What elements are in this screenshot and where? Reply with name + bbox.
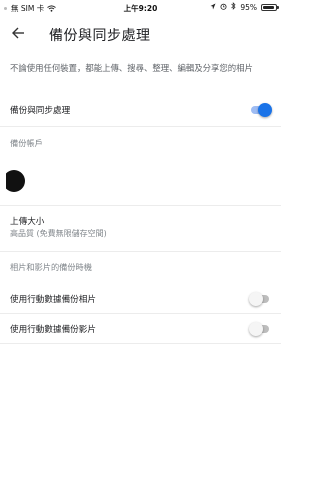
divider (0, 343, 281, 344)
backup-sync-label: 備份與同步處理 (10, 106, 71, 116)
cellular-videos-label: 使用行動數據備份影片 (10, 325, 96, 335)
description-text: 不論使用任何裝置，都能上傳、搜尋、整理、編輯及分享您的相片 (10, 63, 253, 73)
upload-size-label: 上傳大小 (10, 217, 45, 227)
upload-size-value: 高品質 (免費無限儲存空間) (10, 229, 107, 238)
divider (0, 313, 281, 314)
toggle-knob (258, 103, 272, 117)
battery-icon (261, 3, 279, 11)
cellular-photos-row[interactable]: 使用行動數據備份相片 (0, 285, 281, 311)
cellular-videos-toggle[interactable] (249, 322, 271, 336)
divider (0, 251, 281, 252)
status-bar: 無 SIM 卡 上午9:20 95% (0, 0, 281, 14)
cellular-videos-row[interactable]: 使用行動數據備份影片 (0, 315, 281, 341)
cellular-photos-toggle[interactable] (249, 292, 271, 306)
alarm-icon (220, 3, 227, 12)
battery-fill (263, 5, 275, 9)
page-title: 備份與同步處理 (49, 28, 151, 44)
cellular-header: 相片和影片的備份時機 (10, 262, 92, 272)
backup-sync-toggle[interactable] (249, 103, 272, 117)
toggle-knob (249, 292, 263, 306)
toggle-knob (249, 322, 263, 336)
avatar[interactable] (6, 170, 25, 192)
location-icon (210, 3, 216, 12)
app-bar: 備份與同步處理 (0, 14, 281, 54)
bluetooth-icon (231, 2, 236, 12)
arrow-left-icon (11, 25, 25, 44)
status-right: 95% (210, 2, 279, 12)
backup-sync-row[interactable]: 備份與同步處理 (0, 96, 281, 122)
cellular-photos-label: 使用行動數據備份相片 (10, 295, 96, 305)
back-button[interactable] (7, 23, 29, 45)
divider (0, 205, 281, 206)
upload-size-row[interactable]: 上傳大小 高品質 (免費無限儲存空間) (0, 208, 281, 246)
battery-percent: 95% (240, 2, 257, 12)
divider (0, 126, 281, 127)
backup-account-header: 備份帳戶 (10, 138, 43, 148)
